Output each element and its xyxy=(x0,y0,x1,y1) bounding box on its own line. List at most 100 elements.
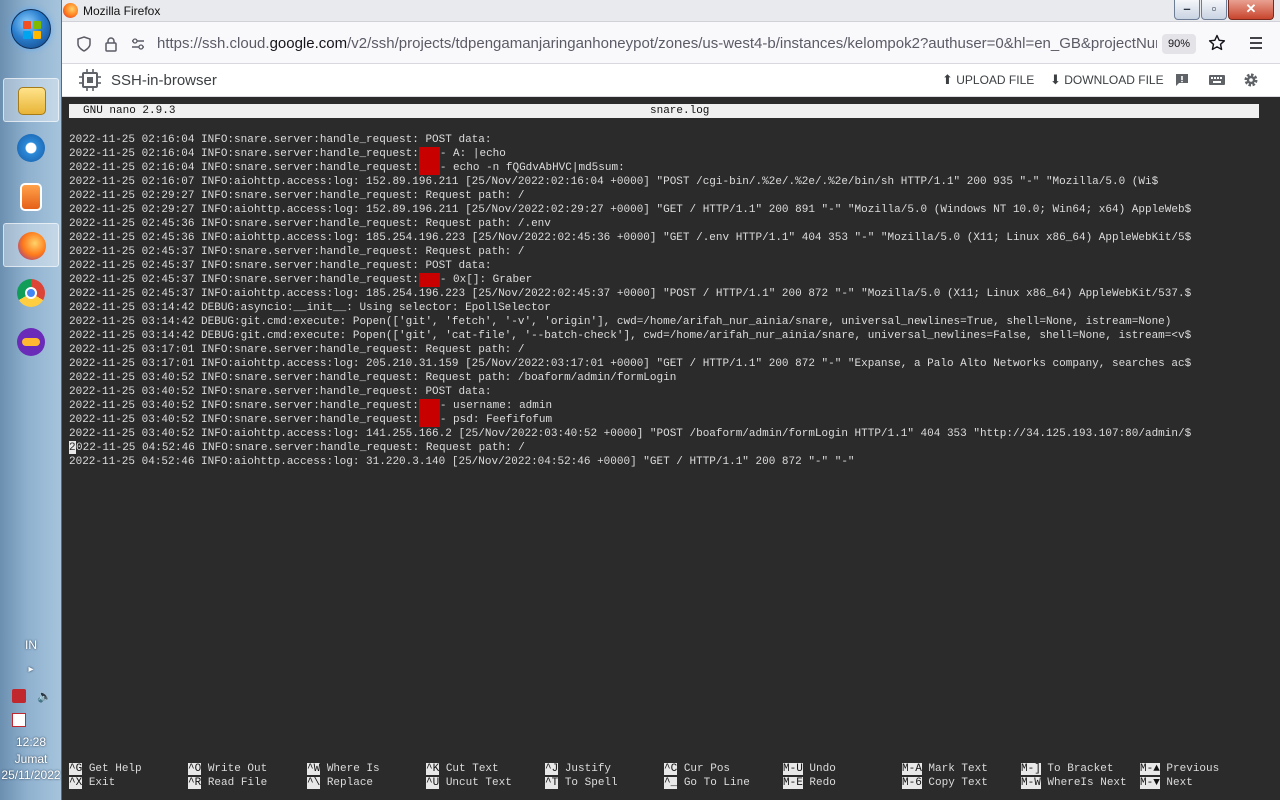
shortcut-key: ^X xyxy=(69,777,83,789)
log-line-text: 2022-11-25 02:16:04 INFO:snare.server:ha… xyxy=(69,148,419,160)
download-file-button[interactable]: ⬇ DOWNLOAD FILE xyxy=(1050,72,1164,88)
log-line-text: 2022-11-25 02:45:37 INFO:snare.server:ha… xyxy=(69,246,525,258)
taskbar-internet-explorer[interactable] xyxy=(3,126,59,170)
nano-shortcut: ^K Cut Text xyxy=(426,762,499,776)
firefox-logo-icon xyxy=(63,3,78,18)
shortcut-key: M-▲ xyxy=(1140,763,1160,775)
window-title: Mozilla Firefox xyxy=(83,4,161,18)
log-line-text: 2022-11-25 02:16:04 INFO:snare.server:ha… xyxy=(69,162,419,174)
url-path: /v2/ssh/projects/tdpengamanjaringanhoney… xyxy=(347,35,1157,52)
log-line: 2022-11-25 03:40:52 INFO:snare.server:ha… xyxy=(69,399,1259,413)
action-center-icon[interactable] xyxy=(12,713,26,727)
shortcut-label: Next xyxy=(1166,777,1193,789)
internet-explorer-icon xyxy=(17,134,45,162)
shortcut-label: Cut Text xyxy=(445,763,499,775)
log-content[interactable]: 2022-11-25 02:16:04 INFO:snare.server:ha… xyxy=(69,133,1259,469)
log-line: 2022-11-25 02:16:04 INFO:snare.server:ha… xyxy=(69,161,1259,175)
log-line: 2022-11-25 03:17:01 INFO:snare.server:ha… xyxy=(69,343,1259,357)
shortcut-label: To Spell xyxy=(564,777,618,789)
log-line: 2022-11-25 03:40:52 INFO:snare.server:ha… xyxy=(69,413,1259,427)
zoom-level-button[interactable]: 90% xyxy=(1162,34,1196,54)
log-line-text: 2022-11-25 03:40:52 INFO:aiohttp.access:… xyxy=(69,428,1192,440)
taskbar-firefox[interactable] xyxy=(3,223,59,267)
tray-expand-icon[interactable]: ▸ xyxy=(0,664,62,675)
shortcut-label: Write Out xyxy=(207,763,268,775)
log-line: 2022-11-25 03:40:52 INFO:snare.server:ha… xyxy=(69,385,1259,399)
log-line: 2022-11-25 03:14:42 DEBUG:git.cmd:execut… xyxy=(69,329,1259,343)
taskbar-chrome[interactable] xyxy=(3,271,59,315)
log-line-text: 2022-11-25 02:45:36 INFO:aiohttp.access:… xyxy=(69,232,1192,244)
log-line-text: 2022-11-25 02:29:27 INFO:snare.server:ha… xyxy=(69,190,525,202)
shortcut-label: Cur Pos xyxy=(683,763,731,775)
log-line: 2022-11-25 02:45:37 INFO:aiohttp.access:… xyxy=(69,287,1259,301)
minimize-button[interactable]: – xyxy=(1174,0,1200,20)
nano-shortcut: ^T To Spell xyxy=(545,776,618,790)
shortcut-key: ^_ xyxy=(664,777,678,789)
shortcut-label: Replace xyxy=(326,777,374,789)
log-line-text: 2022-11-25 03:14:42 DEBUG:asyncio:__init… xyxy=(69,302,551,314)
nano-shortcut: ^G Get Help xyxy=(69,762,142,776)
url-text[interactable]: https://ssh.cloud.google.com/v2/ssh/proj… xyxy=(157,35,1157,52)
log-line: 2022-11-25 03:17:01 INFO:aiohttp.access:… xyxy=(69,357,1259,371)
network-warning-icon[interactable] xyxy=(12,689,26,703)
log-line: 2022-11-25 03:40:52 INFO:snare.server:ha… xyxy=(69,371,1259,385)
clock-time[interactable]: 12:28 xyxy=(0,735,62,749)
nano-shortcut: ^U Uncut Text xyxy=(426,776,512,790)
taskbar-file-explorer[interactable] xyxy=(3,78,59,122)
shortcut-key: ^O xyxy=(188,763,202,775)
log-line-text: - username: admin xyxy=(439,400,553,412)
shortcut-key: ^J xyxy=(545,763,559,775)
start-button[interactable] xyxy=(11,9,51,49)
log-line-text: 2022-11-25 03:17:01 INFO:snare.server:ha… xyxy=(69,344,525,356)
redaction-box xyxy=(418,273,440,287)
shortcut-key: ^R xyxy=(188,777,202,789)
nano-shortcut-bar: ^G Get Help ^X Exit ^O Write Out ^R Read Fi… xyxy=(69,762,1269,790)
log-line: 2022-11-25 02:29:27 INFO:snare.server:ha… xyxy=(69,189,1259,203)
firefox-icon xyxy=(18,232,46,260)
lock-icon[interactable] xyxy=(103,36,119,52)
hamburger-menu-icon[interactable] xyxy=(1248,35,1264,51)
shortcut-label: Undo xyxy=(809,763,836,775)
shortcut-label: Go To Line xyxy=(683,777,750,789)
settings-gear-icon[interactable] xyxy=(1243,72,1259,88)
log-line: 2022-11-25 02:16:07 INFO:aiohttp.access:… xyxy=(69,175,1259,189)
taskbar-vpn-app[interactable] xyxy=(3,320,59,364)
shortcut-key: M-] xyxy=(1021,763,1041,775)
taskbar-media-player[interactable] xyxy=(3,175,59,219)
nano-shortcut: ^O Write Out xyxy=(188,762,267,776)
shortcut-key: ^K xyxy=(426,763,440,775)
shortcut-label: Redo xyxy=(809,777,836,789)
url-bar[interactable]: https://ssh.cloud.google.com/v2/ssh/proj… xyxy=(62,27,1262,59)
text-cursor: 2 xyxy=(69,441,76,454)
shortcut-key: M-A xyxy=(902,763,922,775)
volume-icon[interactable]: 🔈 xyxy=(37,689,52,703)
shortcut-label: To Bracket xyxy=(1047,763,1114,775)
maximize-button[interactable]: ▫ xyxy=(1201,0,1227,20)
ssh-title: SSH-in-browser xyxy=(111,72,217,89)
input-language-indicator[interactable]: IN xyxy=(0,638,62,652)
permissions-icon[interactable] xyxy=(130,36,146,52)
log-line: 2022-11-25 02:45:37 INFO:snare.server:ha… xyxy=(69,259,1259,273)
nano-shortcut: ^J Justify xyxy=(545,762,611,776)
feedback-icon[interactable] xyxy=(1174,72,1190,88)
log-line: 2022-11-25 03:40:52 INFO:aiohttp.access:… xyxy=(69,427,1259,441)
log-line: 2022-11-25 04:52:46 INFO:snare.server:ha… xyxy=(69,441,1259,455)
log-line-text: 2022-11-25 03:17:01 INFO:aiohttp.access:… xyxy=(69,358,1192,370)
shortcut-key: ^G xyxy=(69,763,83,775)
url-prefix: https://ssh.cloud. xyxy=(157,35,270,52)
shortcut-key: ^W xyxy=(307,763,321,775)
terminal[interactable]: GNU nano 2.9.3 snare.log 2022-11-25 02:1… xyxy=(62,97,1280,800)
upload-file-button[interactable]: ⬆ UPLOAD FILE xyxy=(942,72,1034,88)
nano-shortcut: M-U Undo xyxy=(783,762,836,776)
shield-icon[interactable] xyxy=(76,36,92,52)
log-line: 2022-11-25 02:45:37 INFO:snare.server:ha… xyxy=(69,245,1259,259)
browser-toolbar: https://ssh.cloud.google.com/v2/ssh/proj… xyxy=(62,22,1280,64)
shortcut-label: Read File xyxy=(207,777,268,789)
shortcut-label: WhereIs Next xyxy=(1047,777,1127,789)
keyboard-icon[interactable] xyxy=(1208,72,1226,88)
redaction-box xyxy=(418,161,440,175)
shortcut-key: M-6 xyxy=(902,777,922,789)
log-line: 2022-11-25 03:14:42 DEBUG:git.cmd:execut… xyxy=(69,315,1259,329)
bookmark-star-icon[interactable] xyxy=(1208,34,1226,52)
close-button[interactable]: ✕ xyxy=(1228,0,1274,20)
